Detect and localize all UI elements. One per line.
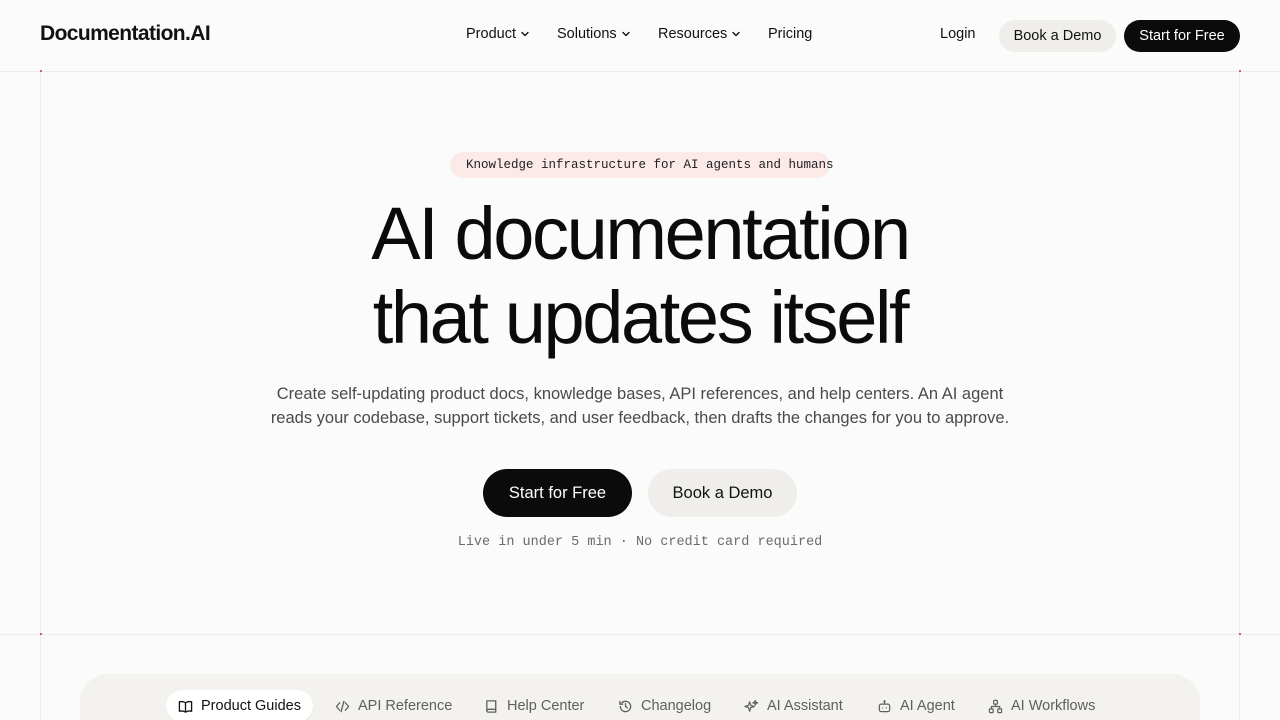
nav-pricing[interactable]: Pricing [768, 26, 812, 42]
hero-badge-text: Knowledge infrastructure for AI agents a… [466, 158, 834, 172]
tab-api-reference[interactable]: API Reference [335, 690, 452, 720]
nav-solutions[interactable]: Solutions [557, 26, 631, 42]
nav-resources[interactable]: Resources [658, 26, 741, 42]
hero-subtext-line1: Create self-updating product docs, knowl… [276, 385, 1004, 403]
book-open-icon [178, 700, 193, 713]
tab-label: AI Assistant [767, 698, 843, 714]
hero-note: Live in under 5 min · No credit card req… [457, 535, 823, 550]
tab-ai-assistant[interactable]: AI Assistant [744, 690, 843, 720]
hero-headline: AI documentation that updates itself [0, 192, 1280, 360]
corner-mark [1239, 633, 1241, 635]
corner-mark [1239, 70, 1241, 72]
logo[interactable]: Documentation.AI [40, 22, 211, 46]
header-start-free-button[interactable]: Start for Free [1124, 20, 1240, 52]
hero-book-demo-button[interactable]: Book a Demo [648, 469, 797, 517]
tab-label: Help Center [507, 698, 585, 714]
tab-ai-agent[interactable]: AI Agent [877, 690, 955, 720]
tab-product-guides[interactable]: Product Guides [166, 690, 313, 720]
corner-mark [40, 70, 42, 72]
chevron-down-icon [621, 31, 630, 37]
login-link[interactable]: Login [940, 26, 975, 42]
tab-changelog[interactable]: Changelog [618, 690, 711, 720]
hero-headline-line2: that updates itself [372, 276, 910, 359]
hero-subtext-line2: reads your codebase, support tickets, an… [270, 409, 1010, 427]
bot-icon [878, 699, 891, 712]
tab-label: API Reference [358, 698, 453, 714]
tab-label: Product Guides [201, 698, 301, 714]
section-divider [0, 634, 1280, 635]
tab-ai-workflows[interactable]: AI Workflows [988, 690, 1095, 720]
frame-line-right [1239, 72, 1240, 720]
frame-line-left [40, 72, 41, 720]
corner-mark [40, 633, 42, 635]
chevron-down-icon [521, 31, 529, 37]
tab-label: Changelog [641, 698, 712, 714]
site-header: Documentation.AI Product Solutions Resou… [0, 0, 1280, 72]
tab-help-center[interactable]: Help Center [484, 690, 584, 720]
nav-product-label: Product [466, 26, 516, 42]
hero-start-free-button[interactable]: Start for Free [483, 469, 632, 517]
tab-label: AI Workflows [1011, 698, 1096, 714]
tab-label: AI Agent [900, 698, 955, 714]
nav-pricing-label: Pricing [768, 26, 813, 42]
hero-headline-line1: AI documentation [371, 192, 911, 275]
nav-product[interactable]: Product [466, 26, 530, 42]
hero-badge: Knowledge infrastructure for AI agents a… [450, 152, 834, 178]
nav-solutions-label: Solutions [557, 26, 617, 42]
history-icon [619, 700, 632, 712]
header-book-demo-button[interactable]: Book a Demo [999, 20, 1116, 52]
hero-subtext: Create self-updating product docs, knowl… [240, 382, 1040, 430]
nav-resources-label: Resources [658, 26, 728, 42]
code-icon [335, 700, 350, 712]
workflow-icon [988, 699, 1003, 713]
book-icon [486, 699, 497, 713]
sparkles-icon [744, 699, 759, 712]
chevron-down-icon [732, 31, 741, 37]
